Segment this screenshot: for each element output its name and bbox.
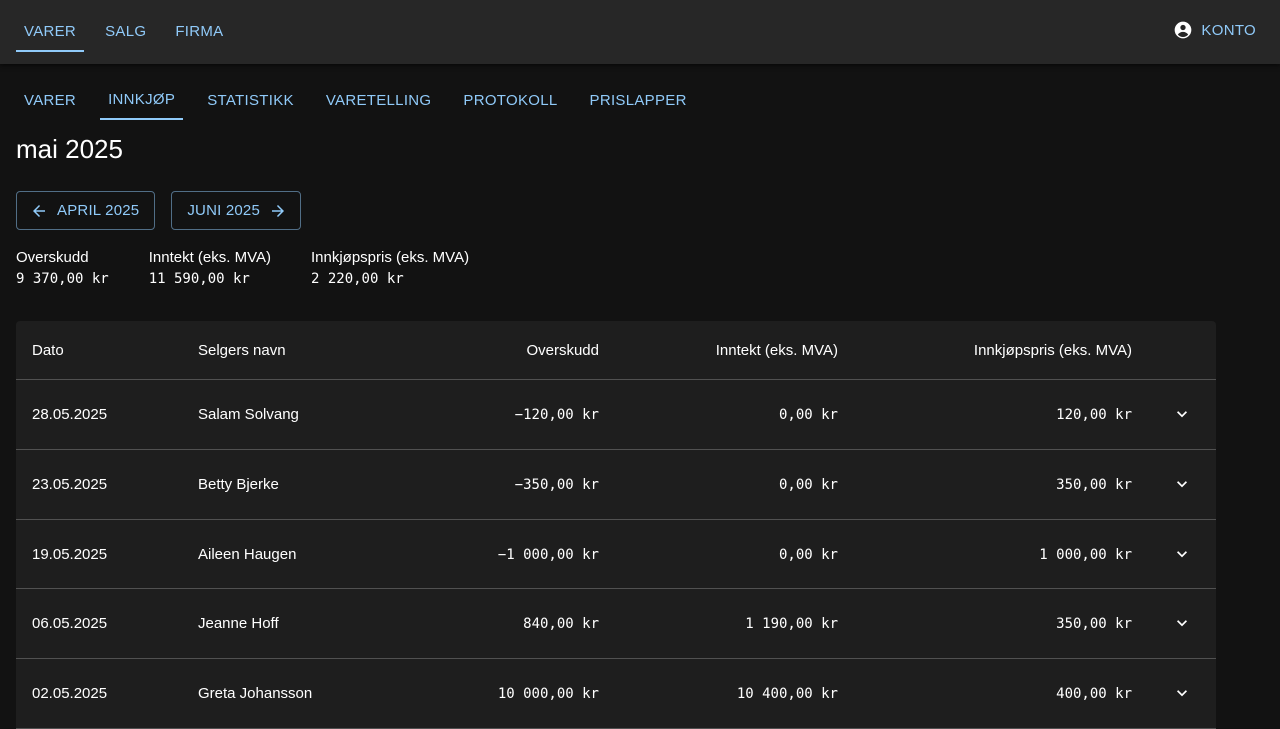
cell-date: 28.05.2025 bbox=[32, 406, 108, 423]
table-row[interactable]: 28.05.2025 Salam Solvang −120,00 kr 0,00 kr… bbox=[16, 380, 1216, 450]
column-header-surplus: Overskudd bbox=[526, 342, 599, 359]
summary-label: Innkjøpspris (eks. MVA) bbox=[310, 249, 470, 266]
cell-surplus: −350,00 kr bbox=[514, 476, 599, 493]
table-row[interactable]: 02.05.2025 Greta Johansson 10 000,00 kr 10 … bbox=[16, 659, 1216, 729]
cell-purchase-price: 350,00 kr bbox=[1056, 476, 1132, 493]
tab-varetelling[interactable]: VARETELLING bbox=[318, 80, 440, 120]
cell-seller: Betty Bjerke bbox=[198, 475, 279, 493]
next-month-button[interactable]: JUNI 2025 bbox=[171, 191, 302, 230]
column-header-purchase-price: Innkjøpspris (eks. MVA) bbox=[973, 342, 1132, 359]
column-header-seller: Selgers navn bbox=[198, 342, 286, 359]
chevron-down-icon[interactable] bbox=[1172, 404, 1192, 424]
cell-surplus: −120,00 kr bbox=[514, 407, 599, 423]
app-bar: VARER SALG FIRMA KONTO bbox=[0, 0, 1280, 64]
cell-seller: Jeanne Hoff bbox=[198, 615, 279, 633]
table-header: Dato Selgers navn Overskudd Inntekt (eks… bbox=[16, 321, 1216, 380]
summary-label: Overskudd bbox=[16, 249, 89, 266]
previous-month-label: APRIL 2025 bbox=[57, 202, 140, 219]
cell-surplus: 840,00 kr bbox=[523, 616, 599, 633]
cell-date: 06.05.2025 bbox=[32, 615, 108, 633]
chevron-down-icon[interactable] bbox=[1172, 683, 1192, 703]
cell-seller: Salam Solvang bbox=[198, 406, 299, 423]
summary-value: 11 590,00 kr bbox=[148, 271, 250, 287]
top-nav: VARER SALG FIRMA bbox=[16, 12, 244, 52]
summary-income: Inntekt (eks. MVA) 11 590,00 kr bbox=[149, 249, 271, 287]
table-row[interactable]: 19.05.2025 Aileen Haugen −1 000,00 kr 0,00 … bbox=[16, 520, 1216, 590]
cell-purchase-price: 120,00 kr bbox=[1056, 407, 1132, 423]
arrow-left-icon bbox=[33, 204, 45, 217]
summary-purchase-price: Innkjøpspris (eks. MVA) 2 220,00 kr bbox=[311, 249, 469, 287]
tab-prislapper[interactable]: PRISLAPPER bbox=[582, 80, 695, 120]
summary-value: 2 220,00 kr bbox=[310, 271, 404, 287]
cell-income: 0,00 kr bbox=[778, 407, 838, 423]
cell-date: 19.05.2025 bbox=[32, 545, 108, 563]
column-header-date: Dato bbox=[32, 342, 64, 359]
cell-surplus: −1 000,00 kr bbox=[497, 546, 599, 563]
summary-value: 9 370,00 kr bbox=[16, 271, 109, 287]
cell-income: 0,00 kr bbox=[778, 546, 838, 563]
summary-label: Inntekt (eks. MVA) bbox=[148, 249, 271, 266]
top-nav-varer[interactable]: VARER bbox=[16, 12, 85, 52]
tab-protokoll[interactable]: PROTOKOLL bbox=[455, 80, 565, 120]
table-row[interactable]: 06.05.2025 Jeanne Hoff 840,00 kr 1 190,00 k… bbox=[16, 589, 1216, 659]
previous-month-button[interactable]: APRIL 2025 bbox=[16, 191, 156, 230]
sub-tabs: VARER INNKJØP STATISTIKK VARETELLING PRO… bbox=[16, 80, 711, 120]
purchases-table: Dato Selgers navn Overskudd Inntekt (eks… bbox=[16, 321, 1216, 729]
account-button[interactable]: KONTO bbox=[1173, 20, 1256, 40]
month-summary: Overskudd 9 370,00 kr Inntekt (eks. MVA)… bbox=[16, 249, 509, 287]
cell-income: 1 190,00 kr bbox=[745, 616, 838, 633]
month-navigation: APRIL 2025 JUNI 2025 bbox=[16, 191, 317, 230]
tab-varer[interactable]: VARER bbox=[16, 80, 84, 120]
column-header-income: Inntekt (eks. MVA) bbox=[715, 342, 838, 359]
table-body: 28.05.2025 Salam Solvang −120,00 kr 0,00 kr… bbox=[16, 380, 1216, 729]
summary-surplus: Overskudd 9 370,00 kr bbox=[16, 249, 109, 287]
next-month-label: JUNI 2025 bbox=[187, 202, 261, 219]
table-row[interactable]: 23.05.2025 Betty Bjerke −350,00 kr 0,00 kr 3… bbox=[16, 450, 1216, 520]
cell-seller: Aileen Haugen bbox=[198, 545, 297, 563]
top-nav-salg[interactable]: SALG bbox=[97, 12, 154, 52]
top-nav-firma[interactable]: FIRMA bbox=[167, 12, 231, 52]
cell-purchase-price: 400,00 kr bbox=[1056, 686, 1132, 702]
cell-surplus: 10 000,00 kr bbox=[497, 686, 599, 702]
chevron-down-icon[interactable] bbox=[1172, 613, 1192, 633]
chevron-down-icon[interactable] bbox=[1172, 474, 1192, 494]
arrow-right-icon bbox=[272, 204, 285, 217]
page-title: mai 2025 bbox=[16, 134, 123, 164]
tab-innkjop[interactable]: INNKJØP bbox=[100, 80, 184, 120]
account-circle-icon bbox=[1175, 21, 1192, 39]
cell-purchase-price: 350,00 kr bbox=[1056, 616, 1132, 633]
cell-date: 23.05.2025 bbox=[32, 475, 108, 493]
cell-seller: Greta Johansson bbox=[198, 685, 313, 702]
tab-statistikk[interactable]: STATISTIKK bbox=[199, 80, 302, 120]
chevron-down-icon[interactable] bbox=[1172, 544, 1192, 564]
cell-date: 02.05.2025 bbox=[32, 685, 108, 702]
account-label: KONTO bbox=[1201, 21, 1256, 39]
cell-income: 0,00 kr bbox=[778, 476, 838, 493]
cell-purchase-price: 1 000,00 kr bbox=[1039, 546, 1132, 563]
cell-income: 10 400,00 kr bbox=[736, 686, 838, 702]
